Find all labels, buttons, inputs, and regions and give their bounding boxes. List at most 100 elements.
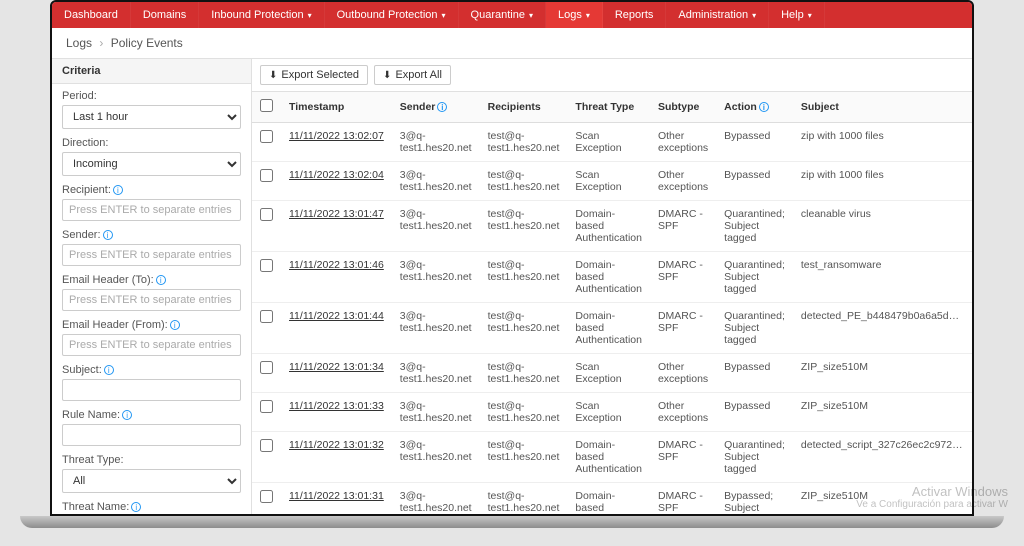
cell-recipients: test@q-test1.hes20.net (480, 162, 568, 201)
info-icon[interactable]: i (103, 230, 113, 240)
row-checkbox[interactable] (260, 490, 273, 503)
cell-subtype: Other exceptions (650, 393, 716, 432)
cell-threat-type: Domain-based Authentication (567, 303, 650, 354)
nav-tab-outbound-protection[interactable]: Outbound Protection▾ (325, 2, 459, 28)
cell-timestamp[interactable]: 11/11/2022 13:01:47 (281, 201, 392, 252)
nav-tab-logs[interactable]: Logs▾ (546, 2, 603, 28)
cell-timestamp[interactable]: 11/11/2022 13:01:32 (281, 432, 392, 483)
nav-tab-dashboard[interactable]: Dashboard (52, 2, 131, 28)
info-icon[interactable]: i (104, 365, 114, 375)
col-subtype[interactable]: Subtype (650, 92, 716, 123)
download-icon: ⬇ (269, 70, 277, 81)
cell-timestamp[interactable]: 11/11/2022 13:01:46 (281, 252, 392, 303)
info-icon[interactable]: i (113, 185, 123, 195)
nav-tab-quarantine[interactable]: Quarantine▾ (459, 2, 546, 28)
laptop-base (20, 516, 1004, 528)
nav-tab-administration[interactable]: Administration ▾ (666, 2, 769, 28)
nav-tab-label: Domains (143, 9, 186, 21)
cell-threat-type: Domain-based Authentication (567, 252, 650, 303)
rule-name-label: Rule Name:i (62, 409, 241, 421)
cell-action: Quarantined;Subject tagged (716, 432, 793, 483)
table-row: 11/11/2022 13:02:073@q-test1.hes20.nette… (252, 123, 972, 162)
cell-subtype: DMARC - SPF (650, 201, 716, 252)
row-checkbox[interactable] (260, 361, 273, 374)
info-icon[interactable]: i (437, 102, 447, 112)
nav-tab-reports[interactable]: Reports (603, 2, 667, 28)
select-all-checkbox[interactable] (260, 99, 273, 112)
col-recipients[interactable]: Recipients (480, 92, 568, 123)
col-action[interactable]: Actioni (716, 92, 793, 123)
col-timestamp[interactable]: Timestamp (281, 92, 392, 123)
direction-select[interactable]: Incoming (62, 152, 241, 176)
export-selected-button[interactable]: ⬇ Export Selected (260, 65, 368, 85)
main-split: Criteria Period: Last 1 hour Direction: … (52, 59, 972, 514)
cell-timestamp[interactable]: 11/11/2022 13:01:31 (281, 483, 392, 515)
cell-sender: 3@q-test1.hes20.net (392, 201, 480, 252)
row-checkbox[interactable] (260, 310, 273, 323)
row-checkbox[interactable] (260, 169, 273, 182)
chevron-down-icon: ▾ (752, 11, 756, 20)
sender-input[interactable] (62, 244, 241, 266)
cell-recipients: test@q-test1.hes20.net (480, 483, 568, 515)
table-row: 11/11/2022 13:01:463@q-test1.hes20.nette… (252, 252, 972, 303)
cell-action: Quarantined;Subject tagged (716, 201, 793, 252)
col-sender[interactable]: Senderi (392, 92, 480, 123)
cell-subject: zip with 1000 files (793, 162, 972, 201)
chevron-down-icon: ▾ (808, 11, 812, 20)
row-checkbox[interactable] (260, 259, 273, 272)
nav-tab-label: Inbound Protection (211, 9, 303, 21)
header-to-input[interactable] (62, 289, 241, 311)
direction-label: Direction: (62, 137, 241, 149)
recipient-input[interactable] (62, 199, 241, 221)
nav-tab-inbound-protection[interactable]: Inbound Protection ▾ (199, 2, 324, 28)
export-selected-label: Export Selected (281, 69, 359, 81)
cell-subject: cleanable virus (793, 201, 972, 252)
cell-timestamp[interactable]: 11/11/2022 13:01:34 (281, 354, 392, 393)
nav-tab-label: Administration (678, 9, 748, 21)
info-icon[interactable]: i (759, 102, 769, 112)
period-select[interactable]: Last 1 hour (62, 105, 241, 129)
table-row: 11/11/2022 13:01:323@q-test1.hes20.nette… (252, 432, 972, 483)
breadcrumb-root[interactable]: Logs (66, 36, 92, 50)
col-threat-type[interactable]: Threat Type (567, 92, 650, 123)
nav-tab-domains[interactable]: Domains (131, 2, 199, 28)
cell-timestamp[interactable]: 11/11/2022 13:01:33 (281, 393, 392, 432)
info-icon[interactable]: i (131, 502, 141, 512)
row-checkbox[interactable] (260, 208, 273, 221)
cell-subtype: DMARC - SPF (650, 432, 716, 483)
cell-subject: zip with 1000 files (793, 123, 972, 162)
cell-threat-type: Scan Exception (567, 162, 650, 201)
cell-threat-type: Scan Exception (567, 123, 650, 162)
row-checkbox[interactable] (260, 439, 273, 452)
table-row: 11/11/2022 13:01:443@q-test1.hes20.nette… (252, 303, 972, 354)
header-from-input[interactable] (62, 334, 241, 356)
cell-threat-type: Domain-based Authentication (567, 483, 650, 515)
chevron-down-icon: ▾ (308, 11, 312, 20)
export-all-label: Export All (395, 69, 441, 81)
info-icon[interactable]: i (170, 320, 180, 330)
cell-timestamp[interactable]: 11/11/2022 13:01:44 (281, 303, 392, 354)
cell-action: Quarantined;Subject tagged (716, 303, 793, 354)
threat-type-select[interactable]: All (62, 469, 241, 493)
cell-recipients: test@q-test1.hes20.net (480, 252, 568, 303)
cell-timestamp[interactable]: 11/11/2022 13:02:07 (281, 123, 392, 162)
info-icon[interactable]: i (122, 410, 132, 420)
cell-action: Bypassed (716, 354, 793, 393)
nav-tab-help[interactable]: Help▾ (769, 2, 825, 28)
col-subject[interactable]: Subject (793, 92, 972, 123)
export-all-button[interactable]: ⬇ Export All (374, 65, 451, 85)
rule-name-input[interactable] (62, 424, 241, 446)
cell-timestamp[interactable]: 11/11/2022 13:02:04 (281, 162, 392, 201)
cell-threat-type: Scan Exception (567, 393, 650, 432)
row-checkbox[interactable] (260, 130, 273, 143)
subject-input[interactable] (62, 379, 241, 401)
info-icon[interactable]: i (156, 275, 166, 285)
table-scroll[interactable]: Timestamp Senderi Recipients Threat Type… (252, 92, 972, 514)
cell-threat-type: Domain-based Authentication (567, 432, 650, 483)
cell-recipients: test@q-test1.hes20.net (480, 123, 568, 162)
cell-subject: detected_PE_b448479b0a6a5d307c7 (793, 303, 972, 354)
cell-subject: ZIP_size510M (793, 354, 972, 393)
row-checkbox[interactable] (260, 400, 273, 413)
table-row: 11/11/2022 13:01:343@q-test1.hes20.nette… (252, 354, 972, 393)
cell-action: Bypassed;Subject tagged (716, 483, 793, 515)
